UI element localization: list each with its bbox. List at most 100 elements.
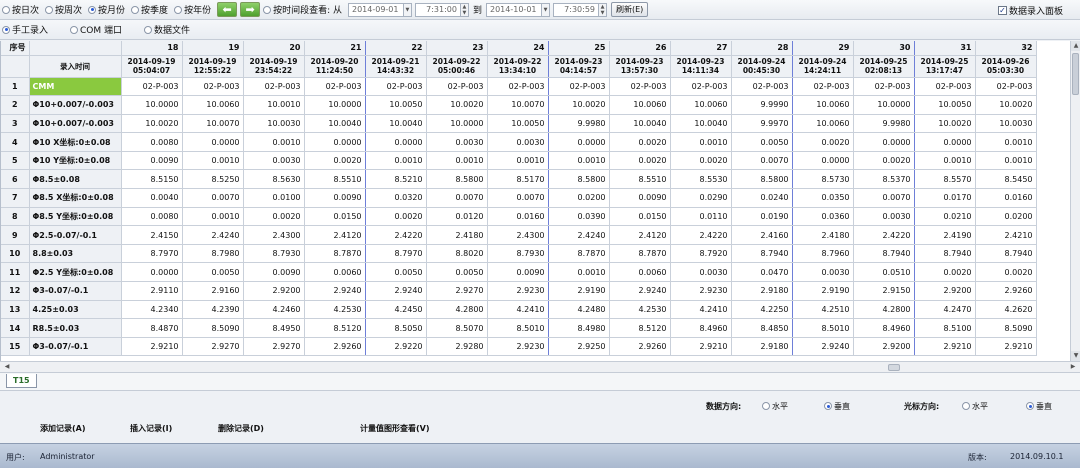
data-cell[interactable]: 10.0020 [975,95,1037,115]
column-number-header[interactable]: 25 [548,41,610,56]
column-timestamp-header[interactable]: 2014-09-25 02:08:13 [853,55,915,78]
data-cell[interactable]: 2.9220 [365,337,427,357]
data-cell[interactable]: 8.7970 [121,244,183,264]
data-cell[interactable]: 2.4300 [487,225,549,245]
data-cell[interactable]: 0.0010 [548,151,610,171]
row-characteristic-name[interactable]: CMM [29,77,122,97]
data-cell[interactable]: 4.2410 [670,300,732,320]
data-cell[interactable]: 4.2390 [182,300,244,320]
data-cell[interactable]: 10.0010 [243,95,305,115]
data-cell[interactable]: 02-P-003 [243,77,305,97]
data-cell[interactable]: 8.7870 [304,244,366,264]
column-timestamp-header[interactable]: 2014-09-22 13:34:10 [487,55,549,78]
data-cell[interactable]: 8.7940 [853,244,915,264]
data-cell[interactable]: 8.5010 [487,318,549,338]
data-cell[interactable]: 8.5370 [853,169,915,190]
radio-com-port[interactable]: COM 端口 [70,23,122,36]
data-cell[interactable]: 0.0150 [609,207,671,227]
data-cell[interactable]: 4.2470 [914,300,976,320]
data-cell[interactable]: 8.8020 [426,244,488,264]
data-cell[interactable]: 2.9230 [487,337,549,357]
data-cell[interactable]: 10.0070 [487,95,549,115]
data-cell[interactable]: 2.4180 [792,225,854,245]
data-cell[interactable]: 0.0020 [792,132,854,152]
data-cell[interactable]: 8.5800 [548,169,610,190]
insert-record-button[interactable]: 插入记录(I) [130,423,172,434]
column-number-header[interactable]: 28 [731,41,793,56]
data-cell[interactable]: 4.2620 [975,300,1037,320]
data-cell[interactable]: 2.9280 [426,337,488,357]
row-characteristic-name[interactable]: Φ2.5 Y坐标:0±0.08 [29,262,122,283]
data-cell[interactable]: 8.4870 [121,318,183,338]
scroll-left-icon[interactable]: ◀ [2,362,12,372]
data-cell[interactable]: 02-P-003 [975,77,1037,97]
data-cell[interactable]: 2.4300 [243,225,305,245]
data-cell[interactable]: 0.0040 [121,188,183,208]
data-cell[interactable]: 8.7870 [609,244,671,264]
data-cell[interactable]: 8.5510 [304,169,366,190]
data-cell[interactable]: 0.0020 [365,207,427,227]
row-index[interactable]: 9 [1,225,30,245]
data-cell[interactable]: 10.0050 [487,114,549,134]
data-cell[interactable]: 8.4950 [243,318,305,338]
scroll-right-icon[interactable]: ▶ [1068,362,1078,372]
data-cell[interactable]: 8.7870 [548,244,610,264]
data-cell[interactable]: 0.0510 [853,262,915,283]
row-index[interactable]: 11 [1,262,30,283]
column-timestamp-header[interactable]: 2014-09-23 14:11:34 [670,55,732,78]
data-cell[interactable]: 10.0040 [304,114,366,134]
row-characteristic-name[interactable]: Φ10 Y坐标:0±0.08 [29,151,122,171]
data-grid[interactable]: 序号 18 19 20 21 22 23 24 25 26 27 28 29 30 31 32 录入时间 2014… [0,41,1070,361]
data-cell[interactable]: 10.0040 [609,114,671,134]
tab-t15[interactable]: T15 [6,374,37,388]
data-cell[interactable]: 8.5150 [121,169,183,190]
column-timestamp-header[interactable]: 2014-09-24 14:24:11 [792,55,854,78]
data-cell[interactable]: 0.0050 [731,132,793,152]
data-cell[interactable]: 2.9200 [853,337,915,357]
data-cell[interactable]: 2.9210 [914,337,976,357]
data-cell[interactable]: 0.0010 [914,151,976,171]
data-cell[interactable]: 2.9200 [914,281,976,301]
radio-by-week[interactable]: 按周次 [45,3,82,16]
data-cell[interactable]: 8.7940 [914,244,976,264]
data-cell[interactable]: 9.9980 [548,114,610,134]
data-cell[interactable]: 8.5120 [304,318,366,338]
column-timestamp-header[interactable]: 2014-09-23 13:57:30 [609,55,671,78]
data-direction-horizontal[interactable]: 水平 [762,401,788,412]
data-cell[interactable]: 0.0020 [853,151,915,171]
data-cell[interactable]: 0.0160 [487,207,549,227]
row-index[interactable]: 12 [1,281,30,301]
prev-period-button[interactable]: ⬅ [217,2,238,17]
from-time-spinner[interactable]: ▲ ▼ [460,2,469,17]
data-cell[interactable]: 0.0030 [792,262,854,283]
data-cell[interactable]: 8.5120 [609,318,671,338]
column-number-header[interactable]: 22 [365,41,427,56]
row-index[interactable]: 14 [1,318,30,338]
data-cell[interactable]: 02-P-003 [304,77,366,97]
row-index[interactable]: 6 [1,169,30,190]
data-cell[interactable]: 8.5090 [182,318,244,338]
data-cell[interactable]: 10.0040 [365,114,427,134]
data-cell[interactable]: 8.5450 [975,169,1037,190]
column-timestamp-header[interactable]: 2014-09-20 11:24:50 [304,55,366,78]
data-cell[interactable]: 10.0020 [548,95,610,115]
data-cell[interactable]: 10.0000 [853,95,915,115]
data-cell[interactable]: 0.0030 [487,132,549,152]
data-cell[interactable]: 10.0050 [365,95,427,115]
data-cell[interactable]: 0.0360 [792,207,854,227]
row-characteristic-name[interactable]: Φ2.5-0.07/-0.1 [29,225,122,245]
data-cell[interactable]: 0.0150 [304,207,366,227]
data-cell[interactable]: 02-P-003 [121,77,183,97]
data-cell[interactable]: 8.4960 [670,318,732,338]
radio-by-month[interactable]: 按月份 [88,3,125,16]
data-cell[interactable]: 9.9970 [731,114,793,134]
data-cell[interactable]: 4.2510 [792,300,854,320]
horizontal-scrollbar[interactable]: ◀ ▶ [0,361,1080,373]
data-cell[interactable]: 0.0160 [975,188,1037,208]
data-cell[interactable]: 2.9260 [304,337,366,357]
column-timestamp-header[interactable]: 2014-09-19 12:55:22 [182,55,244,78]
data-cell[interactable]: 2.9180 [731,281,793,301]
data-cell[interactable]: 0.0020 [670,151,732,171]
data-cell[interactable]: 2.9240 [609,281,671,301]
data-cell[interactable]: 2.9230 [487,281,549,301]
